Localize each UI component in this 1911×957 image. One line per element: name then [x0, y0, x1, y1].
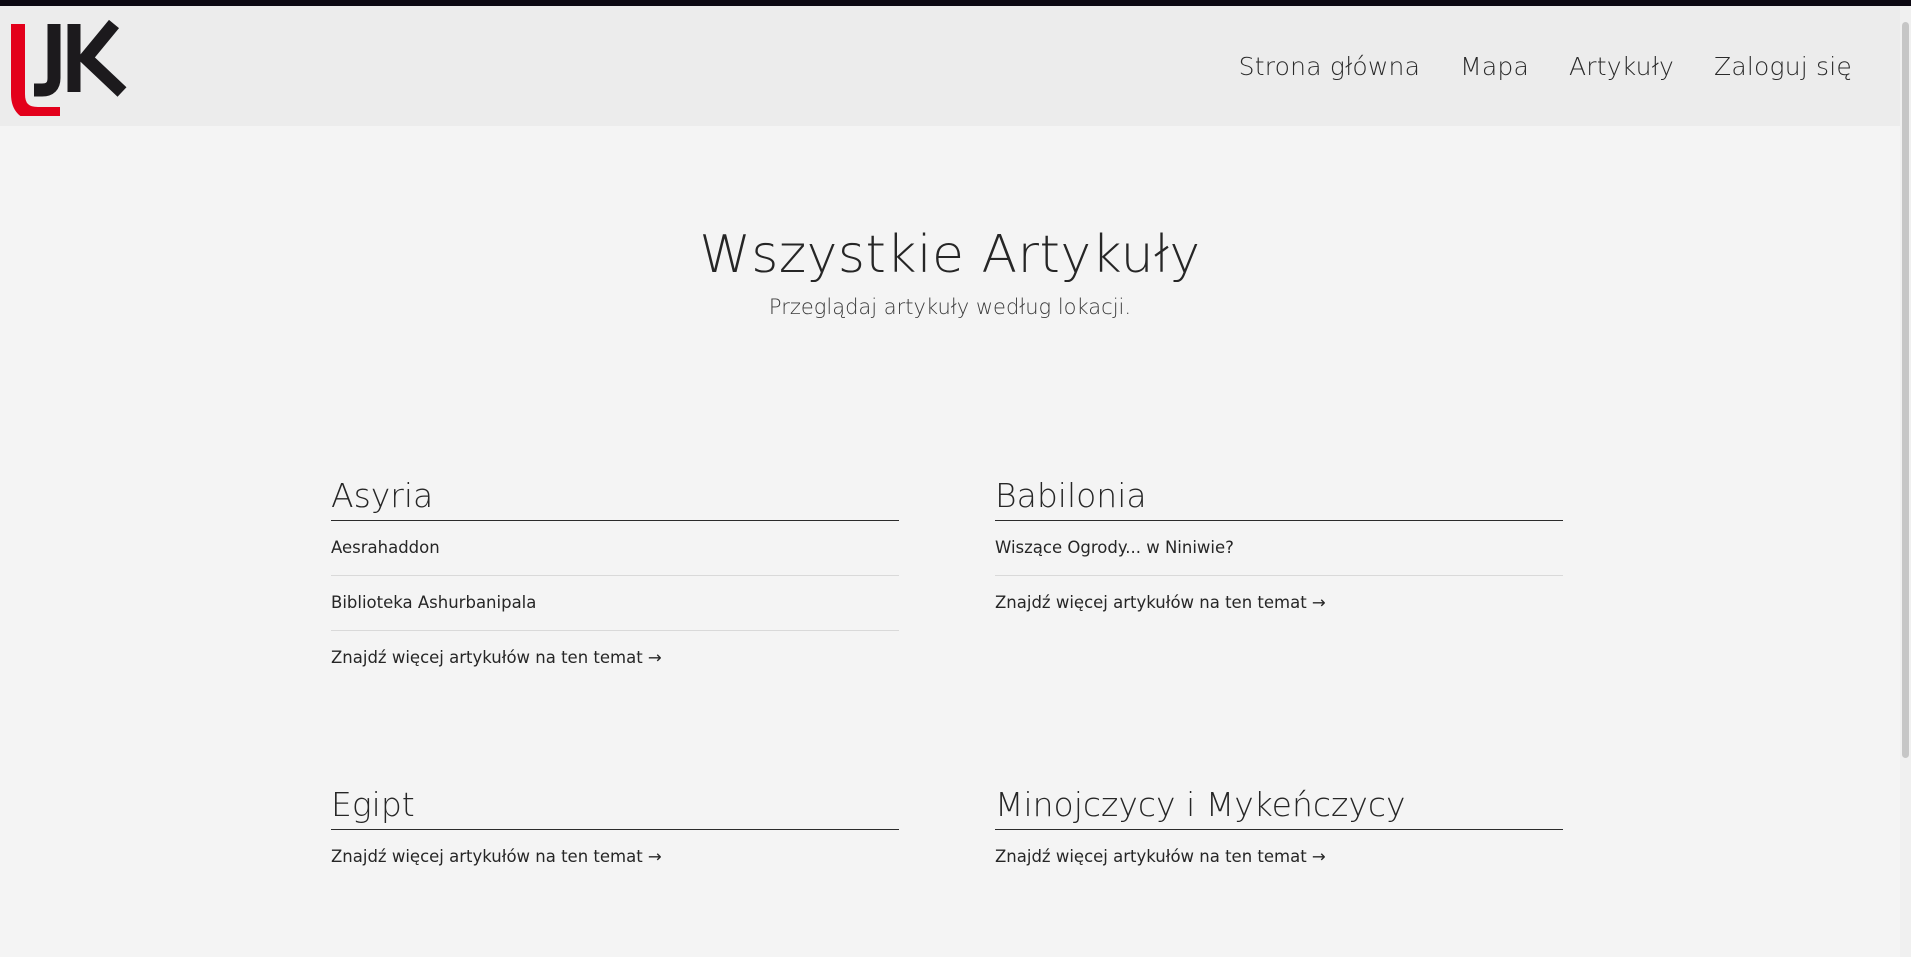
page-title: Wszystkie Artykuły [699, 225, 1201, 285]
section-title: Egipt [331, 783, 899, 830]
section-title: Asyria [331, 474, 899, 521]
site-header: Strona główna Mapa Artykuły Zaloguj się [0, 6, 1900, 126]
scrollbar-thumb[interactable] [1902, 22, 1909, 758]
nav-item-login[interactable]: Zaloguj się [1714, 52, 1852, 81]
section-babilonia: Babilonia Wiszące Ogrody... w Niniwie? Z… [995, 474, 1563, 630]
nav-item-home[interactable]: Strona główna [1239, 52, 1420, 81]
more-articles-link[interactable]: Znajdź więcej artykułów na ten temat → [995, 830, 1563, 884]
nav-item-map[interactable]: Mapa [1460, 52, 1529, 81]
page-subtitle: Przeglądaj artykuły według lokacji. [768, 295, 1132, 319]
article-link[interactable]: Aesrahaddon [331, 521, 899, 576]
vertical-scrollbar[interactable] [1900, 6, 1911, 957]
hero: Wszystkie Artykuły Przeglądaj artykuły w… [0, 225, 1900, 319]
section-egipt: Egipt Znajdź więcej artykułów na ten tem… [331, 783, 899, 884]
more-articles-link[interactable]: Znajdź więcej artykułów na ten temat → [331, 830, 899, 884]
uk-logo-icon[interactable] [4, 16, 134, 121]
article-link[interactable]: Biblioteka Ashurbanipala [331, 576, 899, 631]
section-minojczycy: Minojczycy i Mykeńczycy Znajdź więcej ar… [995, 783, 1563, 884]
section-title: Minojczycy i Mykeńczycy [995, 783, 1563, 830]
more-articles-link[interactable]: Znajdź więcej artykułów na ten temat → [995, 576, 1563, 630]
main-nav: Strona główna Mapa Artykuły Zaloguj się [1239, 52, 1852, 81]
section-title: Babilonia [995, 474, 1563, 521]
nav-item-articles[interactable]: Artykuły [1569, 52, 1674, 81]
more-articles-link[interactable]: Znajdź więcej artykułów na ten temat → [331, 631, 899, 685]
article-link[interactable]: Wiszące Ogrody... w Niniwie? [995, 521, 1563, 576]
section-asyria: Asyria Aesrahaddon Biblioteka Ashurbanip… [331, 474, 899, 685]
